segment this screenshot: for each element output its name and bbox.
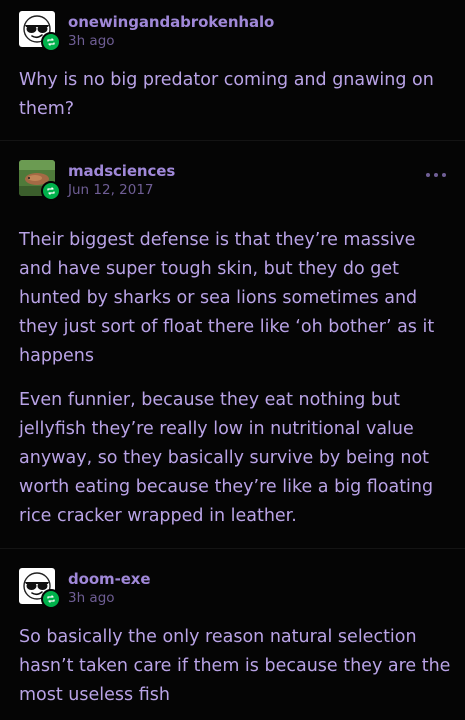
reblog-icon	[41, 589, 61, 609]
post-header: doom-exe 3h ago	[19, 568, 446, 609]
avatar[interactable]	[19, 568, 61, 609]
username[interactable]: madsciences	[68, 162, 175, 180]
post-paragraph: Their biggest defense is that they’re ma…	[19, 230, 435, 366]
post-header: madsciences Jun 12, 2017	[19, 160, 446, 201]
reblog-thread: { "colors": { "background": "#050505", "…	[0, 0, 465, 720]
timestamp[interactable]: Jun 12, 2017	[68, 182, 154, 198]
reblog-icon	[41, 181, 61, 201]
dot	[442, 173, 446, 177]
avatar[interactable]	[19, 11, 61, 52]
post-paragraph: So basically the only reason natural sel…	[19, 627, 451, 705]
username[interactable]: onewingandabrokenhalo	[68, 13, 274, 31]
timestamp[interactable]: 3h ago	[68, 590, 115, 606]
avatar[interactable]	[19, 160, 61, 201]
post-header: onewingandabrokenhalo 3h ago	[19, 11, 446, 52]
dot	[434, 173, 438, 177]
more-options-icon[interactable]	[426, 170, 446, 180]
post-body: Why is no big predator coming and gnawin…	[19, 66, 451, 124]
post-divider	[0, 140, 465, 141]
post-paragraph: Why is no big predator coming and gnawin…	[19, 70, 434, 119]
dot	[426, 173, 430, 177]
post-body: So basically the only reason natural sel…	[19, 623, 451, 710]
reblog-icon	[41, 32, 61, 52]
username[interactable]: doom-exe	[68, 570, 151, 588]
post-paragraph: Even funnier, because they eat nothing b…	[19, 390, 434, 526]
timestamp[interactable]: 3h ago	[68, 33, 115, 49]
post-divider	[0, 548, 465, 549]
post-body: Their biggest defense is that they’re ma…	[19, 226, 451, 531]
